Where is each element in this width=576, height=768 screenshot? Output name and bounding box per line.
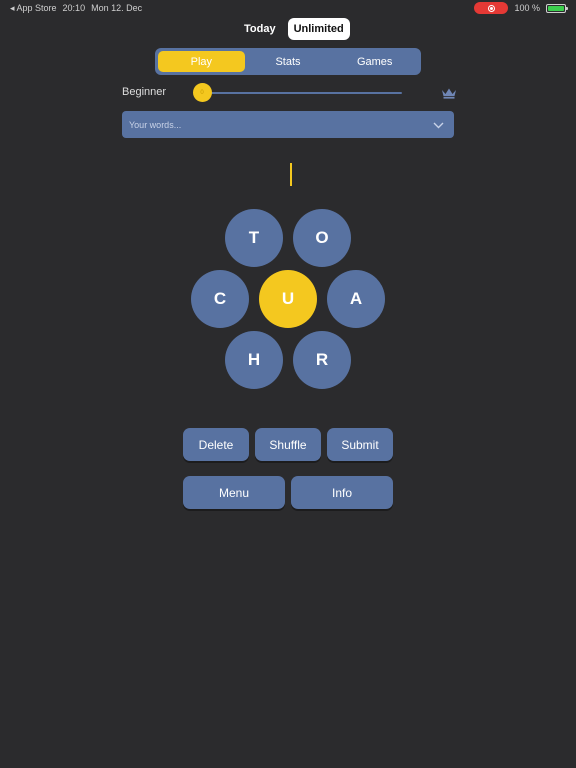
letter-tile-right[interactable]: A (327, 270, 385, 328)
today-button[interactable]: Today (238, 18, 282, 40)
letter-tile-center[interactable]: U (259, 270, 317, 328)
difficulty-slider-track[interactable] (200, 92, 402, 94)
word-input-caret (290, 163, 292, 186)
status-bar-right: 100 % (474, 2, 568, 14)
letter-tile-top-right[interactable]: O (293, 209, 351, 267)
screen-record-indicator[interactable] (474, 2, 509, 14)
found-words-dropdown[interactable]: Your words... (122, 111, 454, 138)
delete-button[interactable]: Delete (183, 428, 249, 461)
found-words-placeholder: Your words... (129, 119, 182, 130)
status-date: Mon 12. Dec (91, 3, 143, 13)
record-icon (487, 4, 495, 12)
status-time: 20:10 (62, 3, 86, 13)
battery-percent: 100 % (514, 3, 540, 13)
slider-thumb-value: 0 (200, 89, 204, 96)
main-nav: Play Stats Games (155, 48, 421, 75)
chevron-down-icon (433, 116, 444, 134)
crown-icon (441, 86, 457, 104)
unlimited-button[interactable]: Unlimited (287, 18, 350, 40)
shuffle-button[interactable]: Shuffle (255, 428, 321, 461)
letter-tile-bottom-right[interactable]: R (293, 331, 351, 389)
info-button[interactable]: Info (291, 476, 393, 509)
mode-toggle: Today Unlimited (238, 18, 350, 40)
submit-button[interactable]: Submit (327, 428, 393, 461)
letter-tile-left[interactable]: C (191, 270, 249, 328)
status-bar-left: ◂ App Store 20:10 Mon 12. Dec (10, 3, 142, 14)
tab-stats[interactable]: Stats (245, 51, 332, 72)
letter-tile-top-left[interactable]: T (225, 209, 283, 267)
difficulty-label: Beginner (122, 86, 167, 98)
letter-tile-bottom-left[interactable]: H (225, 331, 283, 389)
battery-icon (546, 3, 568, 13)
menu-button[interactable]: Menu (183, 476, 285, 509)
tab-play[interactable]: Play (158, 51, 245, 72)
back-to-app-store-link[interactable]: ◂ App Store (10, 3, 57, 14)
tab-games[interactable]: Games (331, 51, 418, 72)
difficulty-slider-thumb[interactable]: 0 (192, 83, 212, 102)
